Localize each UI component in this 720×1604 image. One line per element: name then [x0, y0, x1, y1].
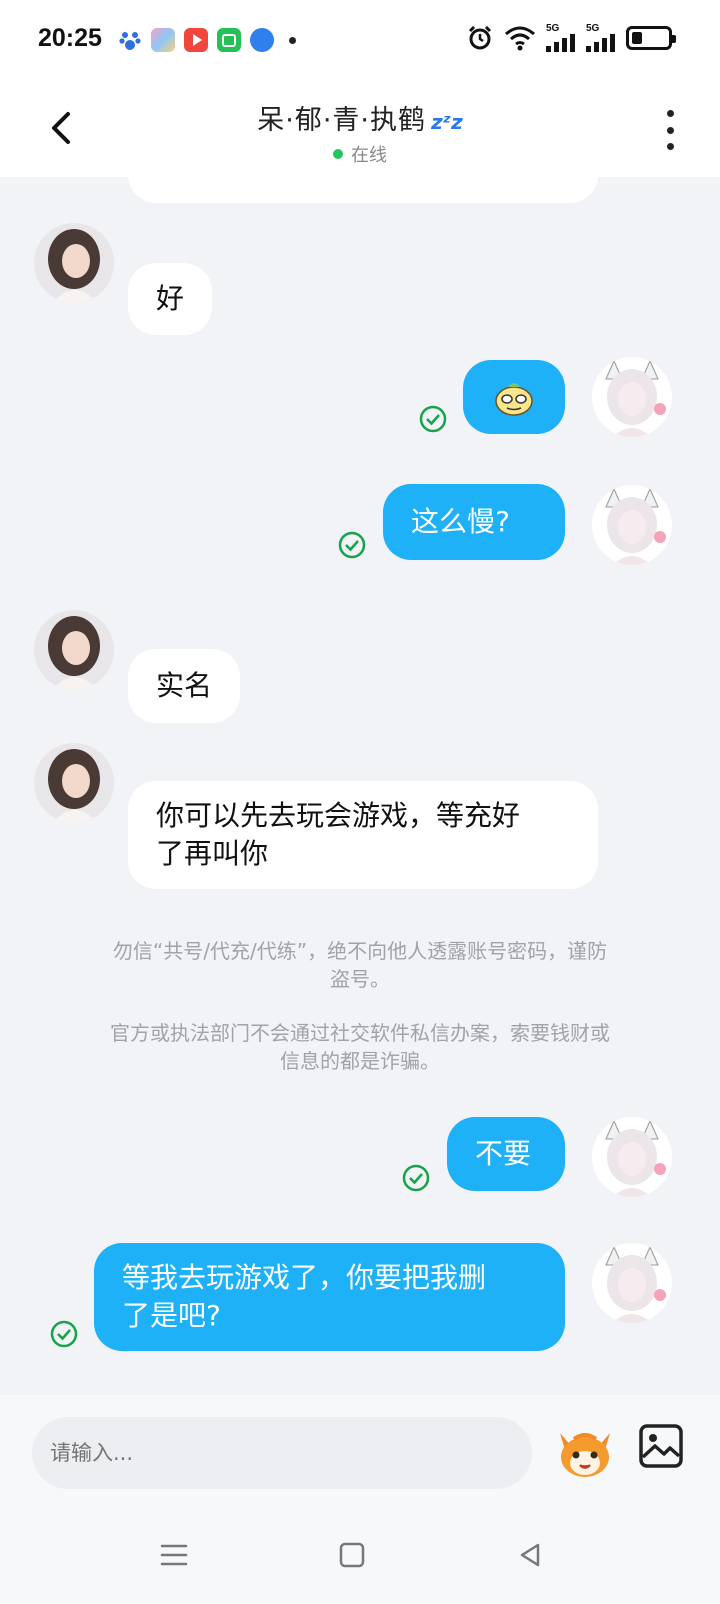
- message-bubble-partial[interactable]: [128, 177, 598, 203]
- message-bubble[interactable]: 等我去玩游戏了，你要把我删 了是吧?: [94, 1243, 565, 1351]
- notification-icons: [118, 28, 296, 52]
- system-status-icons: 5G 5G: [466, 24, 676, 52]
- status-bar: 20:25 5G 5G: [0, 0, 720, 82]
- read-check-icon: [419, 405, 447, 433]
- fox-emoji-icon: [560, 1433, 610, 1477]
- message-bubble[interactable]: 你可以先去玩会游戏，等充好 了再叫你: [128, 781, 598, 889]
- safety-notice: 勿信“共号/代充/代练”，绝不向他人透露账号密码，谨防 盗号。: [112, 939, 608, 991]
- signal-5g-1: 5G: [546, 24, 576, 52]
- image-icon: [639, 1424, 683, 1468]
- emoji-button[interactable]: [552, 1417, 618, 1483]
- signal-bars-icon: [546, 34, 575, 52]
- message-bubble[interactable]: 不要: [447, 1117, 565, 1191]
- my-avatar[interactable]: [592, 357, 672, 437]
- sticker-bubble[interactable]: [463, 360, 565, 434]
- blue-app-icon: [250, 28, 274, 52]
- green-app-icon: [217, 28, 241, 52]
- baidu-app-icon: [118, 28, 142, 52]
- message-input-bar: [0, 1395, 720, 1505]
- message-bubble[interactable]: 好: [128, 263, 213, 335]
- chat-header: 呆·郁·青·执鹤 zᶻz 在线: [0, 82, 720, 177]
- contact-avatar[interactable]: [34, 223, 114, 303]
- online-dot-icon: [333, 149, 343, 159]
- message-text-line: 你可以先去玩会游戏，等充好: [156, 799, 521, 832]
- read-check-icon: [50, 1320, 78, 1348]
- message-text-line: 了再叫你: [156, 837, 269, 870]
- more-notifications-dot: [289, 36, 296, 44]
- video-app-icon: [184, 28, 208, 52]
- read-check-icon: [338, 531, 366, 559]
- message-list[interactable]: 好 这么慢? 实名 你可以先去玩会游戏，等充好 了再叫你 勿信“共号/代充/代练…: [0, 177, 720, 1395]
- sleep-zzz-icon: zᶻz: [431, 110, 463, 134]
- message-text-line: 了是吧?: [122, 1299, 221, 1332]
- back-nav-button[interactable]: [508, 1533, 552, 1577]
- signal-bars-icon: [586, 34, 615, 52]
- home-square-icon: [339, 1542, 365, 1568]
- message-input[interactable]: [32, 1417, 532, 1489]
- more-options-button[interactable]: [664, 110, 676, 150]
- back-triangle-icon: [520, 1543, 540, 1567]
- message-bubble[interactable]: 这么慢?: [383, 484, 565, 560]
- my-avatar[interactable]: [592, 485, 672, 565]
- sticker-face-icon: [495, 383, 533, 416]
- message-text-line: 等我去玩游戏了，你要把我删: [122, 1261, 487, 1294]
- contact-name: 呆·郁·青·执鹤: [257, 105, 426, 136]
- image-button[interactable]: [638, 1423, 684, 1469]
- online-status-text: 在线: [351, 145, 387, 166]
- message-text: 这么慢?: [411, 505, 510, 538]
- signal-5g-2: 5G: [586, 24, 616, 52]
- fraud-notice: 官方或执法部门不会通过社交软件私信办案，索要钱财或 信息的都是诈骗。: [110, 1021, 610, 1073]
- status-time: 20:25: [38, 24, 102, 52]
- contact-info[interactable]: 呆·郁·青·执鹤 zᶻz 在线: [0, 98, 720, 167]
- system-navigation-bar: [0, 1505, 720, 1604]
- alarm-icon: [468, 25, 492, 50]
- contact-avatar[interactable]: [34, 743, 114, 823]
- recent-apps-button[interactable]: [152, 1533, 196, 1577]
- read-check-icon: [402, 1164, 430, 1192]
- gallery-app-icon: [151, 28, 175, 52]
- my-avatar[interactable]: [592, 1243, 672, 1323]
- message-text: 好: [156, 282, 185, 315]
- more-dot: [666, 143, 674, 150]
- menu-icon: [160, 1544, 188, 1566]
- contact-avatar[interactable]: [34, 610, 114, 690]
- battery-level: [632, 32, 642, 44]
- wifi-icon: [505, 26, 535, 51]
- more-dot: [666, 126, 674, 134]
- message-text: 实名: [156, 669, 213, 702]
- more-dot: [666, 110, 674, 117]
- my-avatar[interactable]: [592, 1117, 672, 1197]
- battery-icon: [626, 26, 676, 50]
- message-text: 不要: [475, 1137, 532, 1170]
- online-status: 在线: [0, 141, 720, 167]
- message-bubble[interactable]: 实名: [128, 649, 241, 723]
- home-button[interactable]: [330, 1533, 374, 1577]
